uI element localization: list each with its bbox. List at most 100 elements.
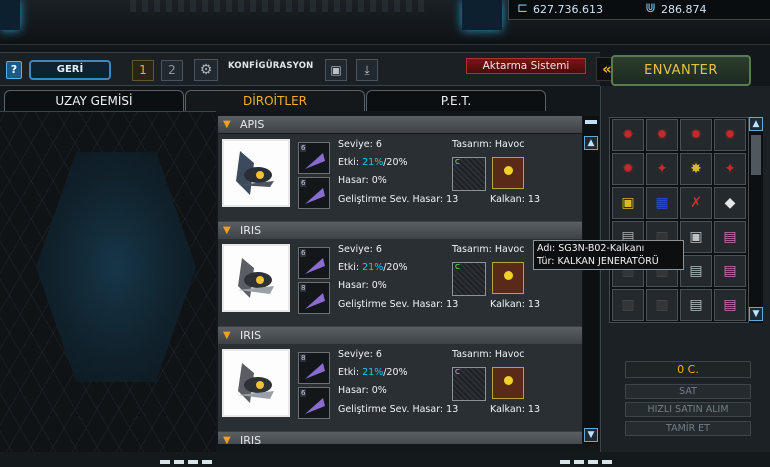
inventory-item-icon[interactable]: ▤ [714,221,746,253]
config-1-button[interactable]: 1 [132,60,154,81]
scroll-down-icon[interactable]: ▼ [749,307,763,321]
config-label: KONFİGÜRASYON [228,61,314,71]
inventory-item-icon[interactable]: ✹ [612,153,644,185]
drone-card: 6 6 Seviye: 6 Etki: 21%/20% Hasar: 0% Ge… [218,134,582,222]
drone-design-slot[interactable]: 6 [298,142,330,174]
gear-icon[interactable]: ⚙ [194,59,218,81]
inventory-item-icon[interactable]: ✹ [680,119,712,151]
inventory-item-icon[interactable]: ✦ [714,153,746,185]
download-icon[interactable]: ⤓ [356,59,378,81]
shield-item-icon[interactable] [492,157,524,189]
drone-design: Tasarım: Havoc [452,349,525,360]
drone-header[interactable]: ▼ IRIS [218,432,582,444]
drone-damage: Hasar: 0% [338,385,387,396]
repair-button[interactable]: TAMİR ET [625,421,751,436]
drone-design: Tasarım: Havoc [452,244,525,255]
drone-header[interactable]: ▼ IRIS [218,222,582,239]
drone-name: IRIS [240,224,262,237]
tooltip-name: Adı: SG3N-B02-Kalkanı [537,243,645,254]
tab-spaceship[interactable]: UZAY GEMİSİ [4,90,184,111]
collapse-triangle-icon: ▼ [223,330,231,341]
game-window: ⊏ 627.736.613 ⋓ 286.874 ? GERİ 1 2 ⚙ KON… [0,0,770,467]
drone-effect: Etki: 21%/20% [338,367,408,378]
drone-design-slot[interactable]: 8 [298,352,330,384]
back-button[interactable]: GERİ [29,60,111,80]
empty-slot[interactable]: C [452,367,486,401]
drone-image [222,139,290,207]
drone-name: APIS [240,118,265,131]
empty-slot[interactable]: C [452,262,486,296]
uridium-icon: ⋓ [645,1,656,16]
drone-design-slot[interactable]: 6 [298,247,330,279]
scroll-up-icon[interactable]: ▲ [584,136,598,150]
drone-design-slot[interactable]: 6 [298,387,330,419]
drone-damage: Hasar: 0% [338,280,387,291]
toolbar: ? GERİ 1 2 ⚙ KONFİGÜRASYON ▣ ⤓ Aktarma S… [0,52,600,86]
inventory-item-icon[interactable]: ▥ [646,289,678,321]
transfer-system-button[interactable]: Aktarma Sistemi [466,58,586,74]
inventory-item-icon[interactable]: ▤ [714,289,746,321]
drone-upgrade-level: Geliştirme Sev. Hasar: 13 [338,194,459,205]
inventory-button[interactable]: ENVANTER [611,55,751,86]
inventory-item-icon[interactable]: ✹ [714,119,746,151]
glow-capsule-left [0,0,20,30]
drone-image [222,244,290,312]
scroll-thumb[interactable] [751,135,761,175]
inventory-item-icon[interactable]: ◆ [714,187,746,219]
inventory-item-icon[interactable]: ✦ [646,153,678,185]
credits-value: 627.736.613 [533,3,603,16]
drone-shield: Kalkan: 13 [490,404,541,415]
drone-header[interactable]: ▼ IRIS [218,327,582,344]
credit-icon: ⊏ [517,1,528,16]
drone-upgrade-level: Geliştirme Sev. Hasar: 13 [338,404,459,415]
hangar-view [0,111,216,467]
collapse-triangle-icon: ▼ [223,435,231,444]
inventory-item-icon[interactable]: ✹ [612,119,644,151]
inventory-scrollbar[interactable]: ▲ ▼ [749,117,763,323]
inventory-item-icon[interactable]: ✗ [680,187,712,219]
quick-buy-button[interactable]: HIZLI SATIN ALIM [625,402,751,417]
tab-drones[interactable]: DİROİTLER [185,90,365,111]
list-scrollbar[interactable]: ▲ ▼ [583,116,599,444]
drone-design-slot[interactable]: 6 [298,177,330,209]
help-button[interactable]: ? [6,61,22,79]
inventory-item-icon[interactable]: ▣ [612,187,644,219]
drone-design-slot[interactable]: 8 [298,282,330,314]
total-price: 0 C. [625,361,751,378]
inventory-item-icon[interactable]: ▥ [612,289,644,321]
shield-item-icon[interactable] [492,367,524,399]
inventory-item-icon[interactable]: ▣ [680,221,712,253]
inventory-item-icon[interactable]: ▦ [646,187,678,219]
drone-shield: Kalkan: 13 [490,299,541,310]
inventory-item-icon[interactable]: ▤ [714,255,746,287]
config-2-button[interactable]: 2 [161,60,183,81]
tab-pet[interactable]: P.E.T. [366,90,546,111]
sell-button[interactable]: SAT [625,384,751,399]
shield-item-icon[interactable] [492,262,524,294]
glow-capsule-right [462,0,502,30]
inventory-item-icon[interactable]: ✸ [680,153,712,185]
inventory-item-icon[interactable]: ▤ [680,255,712,287]
bottom-light-dots [560,460,612,464]
inventory-item-icon[interactable]: ▤ [680,289,712,321]
inventory-item-icon[interactable]: ✹ [646,119,678,151]
drone-level: Seviye: 6 [338,244,382,255]
drone-name: IRIS [240,329,262,342]
scroll-down-icon[interactable]: ▼ [584,428,598,442]
drone-header[interactable]: ▼ APIS [218,116,582,133]
drone-damage: Hasar: 0% [338,175,387,186]
scroll-thumb[interactable] [585,120,597,124]
drone-level: Seviye: 6 [338,349,382,360]
currency-bar: ⊏ 627.736.613 ⋓ 286.874 [508,0,770,20]
save-icon[interactable]: ▣ [325,59,347,81]
tooltip-type: Tür: KALKAN JENERATÖRÜ [537,256,659,267]
drone-design: Tasarım: Havoc [452,139,525,150]
collapse-triangle-icon: ▼ [223,225,231,236]
drone-card: 6 8 Seviye: 6 Etki: 21%/20% Hasar: 0% Ge… [218,239,582,327]
scroll-up-icon[interactable]: ▲ [749,117,763,131]
drone-effect: Etki: 21%/20% [338,262,408,273]
empty-slot[interactable]: C [452,157,486,191]
bottom-light-dots [160,460,212,464]
drone-image [222,349,290,417]
drone-card: 8 6 Seviye: 6 Etki: 21%/20% Hasar: 0% Ge… [218,344,582,432]
